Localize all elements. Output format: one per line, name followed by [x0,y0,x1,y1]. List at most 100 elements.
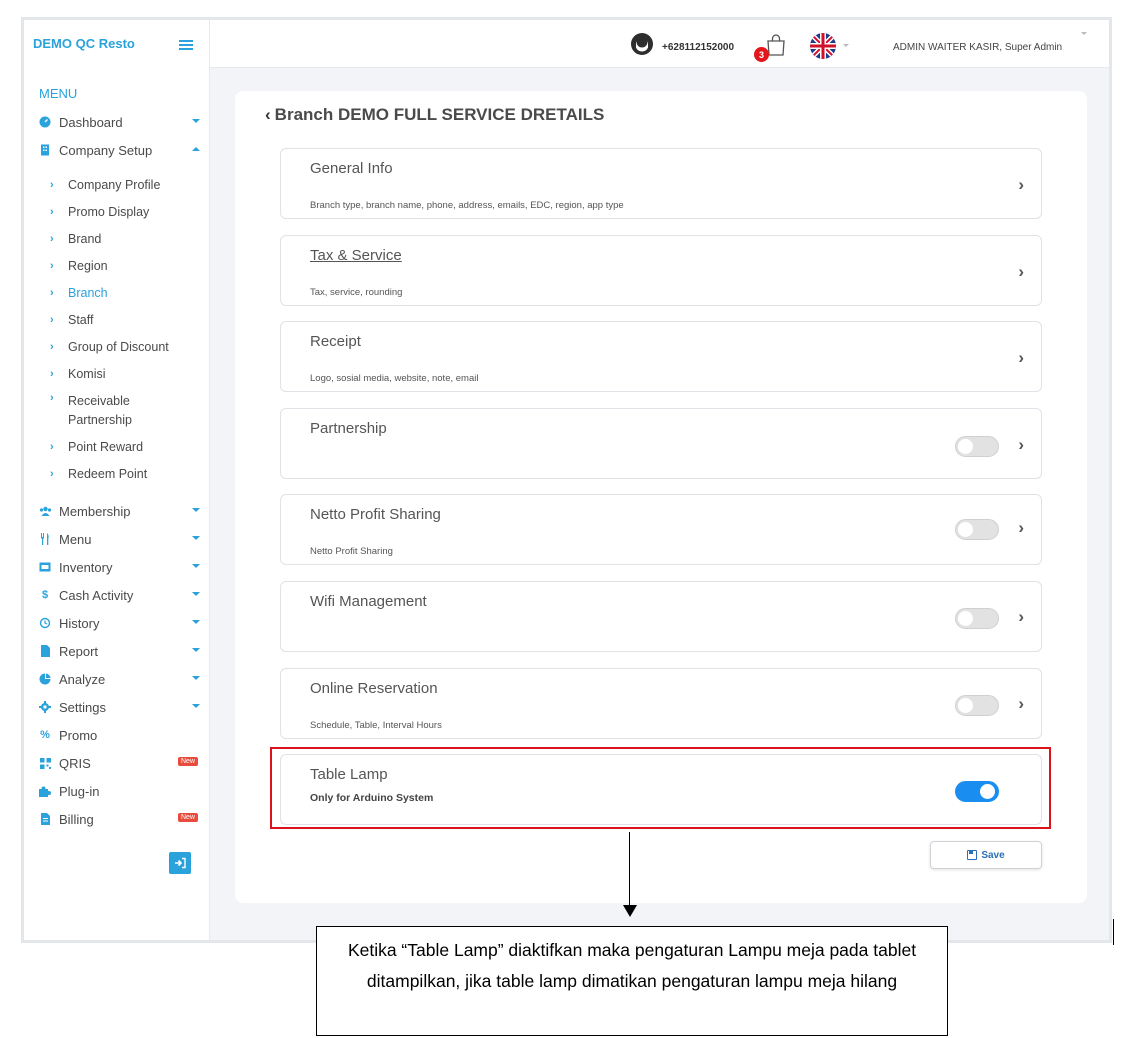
sidebar-subitem-region[interactable]: › Region [50,252,210,279]
sidebar-subitem-staff[interactable]: › Staff [50,306,210,333]
sidebar-nav: Dashboard Company Setup › Company Profile… [24,108,210,833]
sidebar-item-membership[interactable]: Membership [24,497,210,525]
chevron-right-icon: › [50,440,54,453]
wifi-management-toggle[interactable] [955,608,999,629]
chevron-right-icon[interactable]: › [1018,262,1024,282]
logout-icon [175,857,186,869]
uk-flag-icon[interactable] [810,33,836,59]
sidebar-subitem-company-profile[interactable]: › Company Profile [50,171,210,198]
back-chevron-icon[interactable]: ‹ [265,105,271,124]
sidebar-subitem-promo-display[interactable]: › Promo Display [50,198,210,225]
netto-profit-sharing-toggle[interactable] [955,519,999,540]
users-icon [38,504,52,518]
sidebar-item-menu[interactable]: Menu [24,525,210,553]
chevron-right-icon[interactable]: › [1018,348,1024,368]
chevron-down-icon [192,704,200,708]
sidebar-subitem-label: Brand [68,231,102,246]
sidebar-item-label: Settings [59,699,106,715]
panel-partnership[interactable]: Partnership › [280,408,1042,479]
new-badge: New [177,813,198,822]
chevron-right-icon[interactable]: › [1018,607,1024,627]
sidebar-item-label: Analyze [59,671,106,687]
logout-button[interactable] [169,852,191,874]
top-header: +628112152000 3 ADMIN WAITER KASIR, Supe… [210,20,1109,68]
sidebar-item-inventory[interactable]: Inventory [24,553,210,581]
sidebar-item-cash-activity[interactable]: $ Cash Activity [24,581,210,609]
user-caret-icon[interactable] [1081,32,1087,35]
chevron-down-icon [192,620,200,624]
sidebar-item-report[interactable]: Report [24,637,210,665]
panel-title: Partnership [310,420,387,437]
sidebar-item-promo[interactable]: % Promo [24,721,210,749]
sidebar-item-dashboard[interactable]: Dashboard [24,108,210,136]
support-phone[interactable]: +628112152000 [662,42,734,53]
chevron-right-icon[interactable]: › [1018,435,1024,455]
sidebar-subitem-receivable-partnership[interactable]: › Receivable Partnership [50,387,210,433]
gear-icon [38,700,52,714]
chevron-right-icon: › [50,367,54,380]
panel-title[interactable]: Tax & Service [310,247,402,264]
sidebar-subitem-label: Komisi [68,366,106,381]
chevron-right-icon[interactable]: › [1018,694,1024,714]
sidebar-item-billing[interactable]: Billing New [24,805,210,833]
sidebar-item-plug-in[interactable]: Plug-in [24,777,210,805]
brand-title[interactable]: DEMO QC Resto [33,36,135,51]
chevron-right-icon[interactable]: › [1018,175,1024,195]
chevron-down-icon [192,648,200,652]
annotation-arrow-head [623,905,637,917]
chevron-right-icon: › [50,178,54,191]
sidebar-subitem-point-reward[interactable]: › Point Reward [50,433,210,460]
sidebar-subitem-redeem-point[interactable]: › Redeem Point [50,460,210,487]
panel-receipt[interactable]: Receipt Logo, sosial media, website, not… [280,321,1042,392]
sidebar-item-settings[interactable]: Settings [24,693,210,721]
sidebar-item-label: Report [59,643,99,659]
sidebar-item-label: Promo [59,727,98,743]
chevron-down-icon [192,536,200,540]
pie-chart-icon [38,672,52,686]
annotation-arrow-line [629,832,630,906]
sidebar-item-label: History [59,615,100,631]
user-menu[interactable]: ADMIN WAITER KASIR, Super Admin [893,42,1062,53]
panel-netto-profit-sharing[interactable]: Netto Profit Sharing Netto Profit Sharin… [280,494,1042,565]
sidebar-subitem-brand[interactable]: › Brand [50,225,210,252]
panel-title: Wifi Management [310,593,427,610]
panel-wifi-management[interactable]: Wifi Management › [280,581,1042,652]
partnership-toggle[interactable] [955,436,999,457]
sidebar-item-company-setup[interactable]: Company Setup [24,136,210,164]
chevron-right-icon: › [50,286,54,299]
sidebar-subitem-group-of-discount[interactable]: › Group of Discount [50,333,210,360]
company-setup-submenu: › Company Profile › Promo Display › Brand ›… [24,164,210,487]
sidebar-item-analyze[interactable]: Analyze [24,665,210,693]
panel-desc: Tax, service, rounding [310,287,403,298]
hamburger-icon[interactable] [179,40,193,50]
sidebar-subitem-label: Company Profile [68,177,161,192]
dollar-icon: $ [41,589,49,601]
panel-title: Online Reservation [310,680,438,697]
page-title: ‹ Branch DEMO FULL SERVICE DRETAILS [265,105,604,125]
panel-title: Netto Profit Sharing [310,506,441,523]
customer-support-icon[interactable] [630,32,654,56]
sidebar-subitem-branch[interactable]: › Branch [50,279,210,306]
language-caret-icon[interactable] [843,44,849,47]
sidebar-item-label: Company Setup [59,142,153,158]
save-label: Save [981,849,1005,861]
sidebar-subitem-komisi[interactable]: › Komisi [50,360,210,387]
chevron-right-icon[interactable]: › [1018,518,1024,538]
panel-title: General Info [310,160,393,177]
sidebar: DEMO QC Resto MENU Dashboard Company Set… [24,20,210,940]
sidebar-item-history[interactable]: History [24,609,210,637]
sidebar-item-qris[interactable]: QRIS New [24,749,210,777]
panel-tax-service[interactable]: Tax & Service Tax, service, rounding › [280,235,1042,306]
sidebar-item-label: Inventory [59,559,113,575]
panel-desc: Logo, sosial media, website, note, email [310,373,479,384]
panel-general-info[interactable]: General Info Branch type, branch name, p… [280,148,1042,219]
save-icon [967,850,978,860]
chevron-right-icon: › [50,205,54,218]
sidebar-subitem-label: Group of Discount [68,339,169,354]
panel-title: Receipt [310,333,361,350]
online-reservation-toggle[interactable] [955,695,999,716]
panel-online-reservation[interactable]: Online Reservation Schedule, Table, Inte… [280,668,1042,739]
dashboard-icon [38,115,52,129]
sidebar-item-label: Membership [59,503,131,519]
save-button[interactable]: Save [930,841,1042,869]
